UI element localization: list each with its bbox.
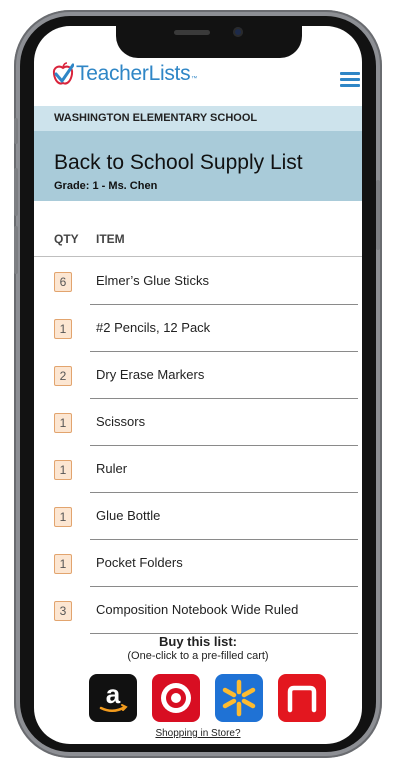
list-item[interactable]: 6 Elmer’s Glue Sticks (34, 258, 362, 305)
list-item[interactable]: 1 Ruler (34, 446, 362, 493)
store-buttons: a (89, 674, 326, 722)
buy-title: Buy this list: (158, 634, 237, 649)
column-header: QTY ITEM (34, 201, 362, 257)
list-item[interactable]: 1 Pocket Folders (34, 540, 362, 587)
svg-text:a: a (106, 679, 121, 709)
qty-badge: 3 (54, 601, 72, 621)
walmart-icon[interactable] (215, 674, 263, 722)
qty-badge: 2 (54, 366, 72, 386)
supply-list: 6 Elmer’s Glue Sticks 1 #2 Pencils, 12 P… (34, 258, 362, 634)
teacherlists-logo[interactable]: TeacherLists ™ (52, 62, 197, 86)
logo-trademark: ™ (191, 76, 198, 82)
amazon-icon[interactable]: a (89, 674, 137, 722)
walmart-spark (222, 679, 256, 717)
list-item[interactable]: 2 Dry Erase Markers (34, 352, 362, 399)
kmart-icon[interactable] (278, 674, 326, 722)
qty-header: QTY (54, 232, 79, 246)
school-name: WASHINGTON ELEMENTARY SCHOOL (34, 106, 362, 131)
list-item[interactable]: 1 Glue Bottle (34, 493, 362, 540)
hamburger-menu-icon[interactable] (340, 72, 360, 87)
phone-side-button (14, 118, 18, 144)
item-name: Elmer’s Glue Sticks (96, 273, 209, 288)
phone-side-button (14, 226, 18, 274)
item-name: Pocket Folders (96, 555, 183, 570)
page-title: Back to School Supply List (54, 151, 303, 174)
speaker-grille (174, 30, 210, 35)
item-name: Ruler (96, 461, 128, 476)
target-logo (161, 683, 191, 713)
qty-badge: 1 (54, 507, 72, 527)
qty-badge: 1 (54, 554, 72, 574)
shopping-in-store-link[interactable]: Shopping in Store? (34, 728, 362, 739)
qty-badge: 1 (54, 460, 72, 480)
phone-notch (116, 18, 302, 58)
grade-teacher: Grade: 1 - Ms. Chen (54, 180, 158, 192)
phone-side-button (14, 168, 18, 216)
buy-subtitle: (One-click to a pre-filled cart) (127, 650, 269, 662)
buy-section: Buy this list: (One-click to a pre-fille… (34, 634, 362, 662)
front-camera (233, 27, 243, 37)
amazon-logo: a (99, 679, 128, 712)
list-title-bar: Back to School Supply List Grade: 1 - Ms… (34, 131, 362, 201)
target-icon[interactable] (152, 674, 200, 722)
qty-badge: 1 (54, 413, 72, 433)
item-name: #2 Pencils, 12 Pack (96, 320, 211, 335)
list-item[interactable]: 1 Scissors (34, 399, 362, 446)
list-item[interactable]: 3 Composition Notebook Wide Ruled (34, 587, 362, 634)
logo-text: TeacherLists (76, 62, 191, 85)
item-name: Dry Erase Markers (96, 367, 205, 382)
qty-badge: 1 (54, 319, 72, 339)
item-name: Glue Bottle (96, 508, 161, 523)
phone-screen: TeacherLists ™ WASHINGTON ELEMENTARY SCH… (34, 26, 362, 744)
list-item[interactable]: 1 #2 Pencils, 12 Pack (34, 305, 362, 352)
apple-checkmark-icon (52, 62, 74, 85)
qty-badge: 6 (54, 272, 72, 292)
item-header: ITEM (96, 232, 125, 246)
item-name: Composition Notebook Wide Ruled (96, 602, 299, 617)
phone-side-button (376, 180, 380, 250)
item-name: Scissors (96, 414, 146, 429)
kmart-logo (287, 685, 317, 713)
